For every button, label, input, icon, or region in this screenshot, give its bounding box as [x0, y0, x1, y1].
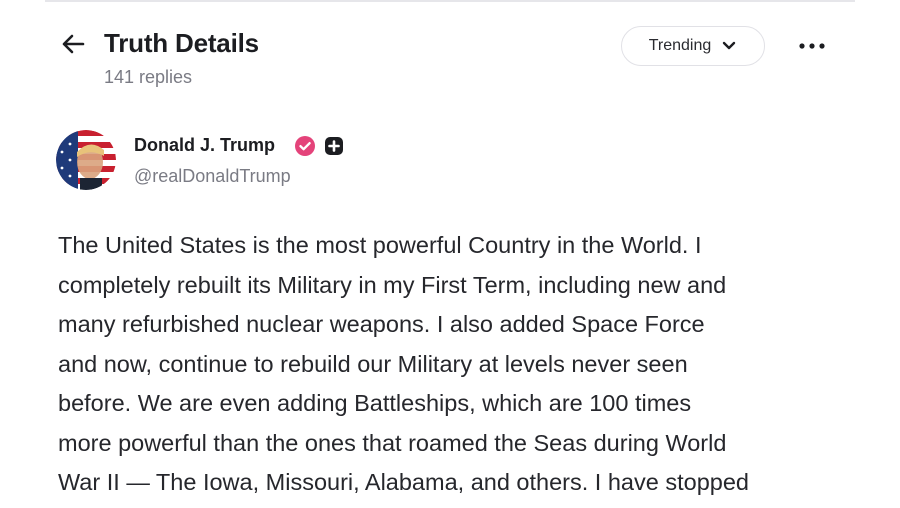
more-horizontal-icon: [799, 43, 825, 49]
sort-dropdown-label: Trending: [648, 37, 712, 54]
post-line: and now, continue to rebuild our Militar…: [58, 350, 688, 377]
post-body: The United States is the most powerful C…: [58, 226, 858, 503]
verified-badge-icon: [295, 136, 315, 156]
chevron-down-icon: [723, 41, 736, 50]
post-line: before. We are even adding Battleships, …: [58, 390, 692, 416]
sort-dropdown[interactable]: Trending: [621, 26, 765, 66]
more-options-button[interactable]: [792, 32, 832, 60]
post-line: more powerful than the ones that roamed …: [58, 429, 727, 456]
post-line: The United States is the most powerful C…: [58, 232, 702, 258]
back-button[interactable]: [58, 30, 88, 58]
post-line: War II — The Iowa, Missouri, Alabama, an…: [58, 469, 749, 495]
profile-photo-with-flag: [56, 130, 116, 190]
author-handle: @realDonaldTrump: [134, 166, 291, 186]
top-divider: [45, 0, 855, 2]
plus-badge-icon: [325, 137, 343, 155]
post-line: completely rebuilt its Military in my Fi…: [58, 271, 727, 298]
truth-details-page: Truth Details 141 replies Trending Donal…: [0, 0, 900, 508]
post-line: many refurbished nuclear weapons. I also…: [58, 311, 705, 337]
arrow-left-icon: [62, 34, 85, 54]
author-name[interactable]: Donald J. Trump: [134, 135, 275, 156]
reply-count: 141 replies: [104, 67, 193, 87]
page-title: Truth Details: [104, 28, 259, 58]
avatar[interactable]: [56, 130, 116, 190]
